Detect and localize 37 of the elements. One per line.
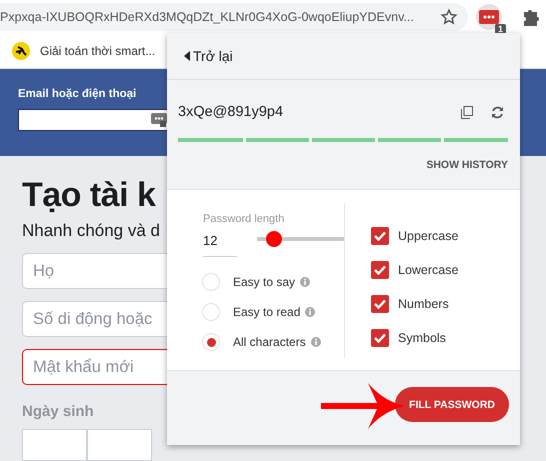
- length-field[interactable]: 12: [203, 230, 238, 257]
- radio-label: Easy to say: [233, 275, 296, 289]
- generated-password: 3xQe@891y9p4: [178, 104, 284, 120]
- page-subheading: Nhanh chóng và d: [22, 221, 161, 241]
- runner-icon: [12, 42, 30, 60]
- checkbox[interactable]: [371, 295, 389, 313]
- bookmark[interactable]: Giải toán thời smart...: [12, 42, 156, 60]
- field-label: Email hoặc điện thoại: [18, 88, 138, 100]
- radio-label: Easy to read: [233, 305, 300, 319]
- back-button[interactable]: Trở lại: [184, 48, 233, 64]
- radio-button[interactable]: [202, 303, 220, 321]
- checkbox-label: Numbers: [398, 297, 449, 311]
- radio-button[interactable]: [202, 333, 220, 351]
- show-history-link[interactable]: SHOW HISTORY: [426, 159, 508, 171]
- address-bar[interactable]: Pxpxqa-IXUBOQRxHDeRXd3MQqDZt_KLNr0G4XoG-0wqoEliupYDEvnv...: [0, 3, 468, 31]
- field-label: Password length: [203, 213, 286, 225]
- refresh-icon[interactable]: [491, 106, 504, 118]
- star-icon[interactable]: [440, 8, 458, 26]
- copy-icon[interactable]: [461, 106, 473, 118]
- checkbox[interactable]: [371, 329, 389, 347]
- password-manager-icon: [151, 113, 167, 127]
- checkbox-label: Symbols: [398, 331, 446, 345]
- checkbox-label: Lowercase: [398, 263, 458, 277]
- checkbox[interactable]: [371, 227, 389, 245]
- caret-icon: [184, 51, 190, 61]
- checkbox[interactable]: [371, 261, 389, 279]
- radio-button[interactable]: [202, 273, 220, 291]
- checkbox-label: Uppercase: [398, 229, 458, 243]
- select-field[interactable]: [87, 429, 152, 461]
- slider-thumb[interactable]: [266, 230, 282, 246]
- select-field[interactable]: [22, 429, 87, 461]
- page-heading: Tạo tài k: [22, 176, 157, 215]
- radio-label: All characters: [233, 335, 306, 349]
- fill-password-button[interactable]: FILL PASSWORD: [395, 387, 509, 422]
- puzzle-icon[interactable]: [524, 8, 540, 26]
- field-label: Ngày sinh: [22, 403, 95, 420]
- email-field[interactable]: [18, 109, 167, 131]
